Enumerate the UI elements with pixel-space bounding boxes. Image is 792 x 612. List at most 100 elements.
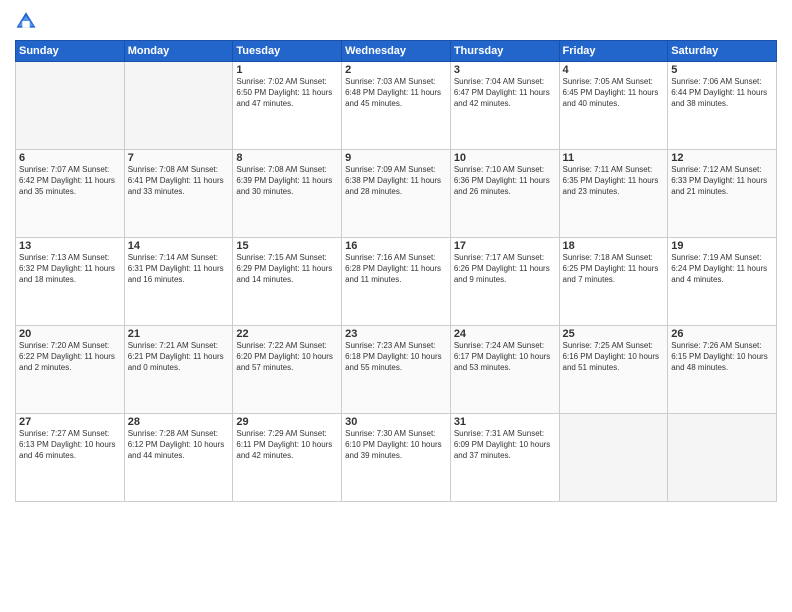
calendar-cell: 25Sunrise: 7:25 AM Sunset: 6:16 PM Dayli…	[559, 326, 668, 414]
cell-content: Sunrise: 7:22 AM Sunset: 6:20 PM Dayligh…	[236, 341, 338, 373]
cell-content: Sunrise: 7:28 AM Sunset: 6:12 PM Dayligh…	[128, 429, 230, 461]
day-number: 24	[454, 328, 556, 340]
cell-content: Sunrise: 7:25 AM Sunset: 6:16 PM Dayligh…	[563, 341, 665, 373]
day-number: 2	[345, 64, 447, 76]
calendar-week-row: 6Sunrise: 7:07 AM Sunset: 6:42 PM Daylig…	[16, 150, 777, 238]
day-number: 15	[236, 240, 338, 252]
calendar-cell: 15Sunrise: 7:15 AM Sunset: 6:29 PM Dayli…	[233, 238, 342, 326]
cell-content: Sunrise: 7:02 AM Sunset: 6:50 PM Dayligh…	[236, 77, 338, 109]
day-number: 17	[454, 240, 556, 252]
cell-content: Sunrise: 7:19 AM Sunset: 6:24 PM Dayligh…	[671, 253, 773, 285]
day-number: 30	[345, 416, 447, 428]
cell-content: Sunrise: 7:03 AM Sunset: 6:48 PM Dayligh…	[345, 77, 447, 109]
cell-content: Sunrise: 7:07 AM Sunset: 6:42 PM Dayligh…	[19, 165, 121, 197]
day-number: 6	[19, 152, 121, 164]
calendar-cell: 8Sunrise: 7:08 AM Sunset: 6:39 PM Daylig…	[233, 150, 342, 238]
calendar-day-header: Thursday	[450, 41, 559, 62]
calendar-cell: 1Sunrise: 7:02 AM Sunset: 6:50 PM Daylig…	[233, 62, 342, 150]
calendar-cell: 24Sunrise: 7:24 AM Sunset: 6:17 PM Dayli…	[450, 326, 559, 414]
day-number: 27	[19, 416, 121, 428]
calendar-cell: 4Sunrise: 7:05 AM Sunset: 6:45 PM Daylig…	[559, 62, 668, 150]
cell-content: Sunrise: 7:24 AM Sunset: 6:17 PM Dayligh…	[454, 341, 556, 373]
calendar-cell: 5Sunrise: 7:06 AM Sunset: 6:44 PM Daylig…	[668, 62, 777, 150]
day-number: 12	[671, 152, 773, 164]
cell-content: Sunrise: 7:20 AM Sunset: 6:22 PM Dayligh…	[19, 341, 121, 373]
cell-content: Sunrise: 7:08 AM Sunset: 6:41 PM Dayligh…	[128, 165, 230, 197]
calendar-cell: 26Sunrise: 7:26 AM Sunset: 6:15 PM Dayli…	[668, 326, 777, 414]
calendar-cell	[668, 414, 777, 502]
calendar-cell: 13Sunrise: 7:13 AM Sunset: 6:32 PM Dayli…	[16, 238, 125, 326]
calendar-cell: 12Sunrise: 7:12 AM Sunset: 6:33 PM Dayli…	[668, 150, 777, 238]
calendar-cell: 9Sunrise: 7:09 AM Sunset: 6:38 PM Daylig…	[342, 150, 451, 238]
day-number: 8	[236, 152, 338, 164]
calendar-cell: 16Sunrise: 7:16 AM Sunset: 6:28 PM Dayli…	[342, 238, 451, 326]
calendar-day-header: Friday	[559, 41, 668, 62]
calendar-cell: 22Sunrise: 7:22 AM Sunset: 6:20 PM Dayli…	[233, 326, 342, 414]
calendar-week-row: 20Sunrise: 7:20 AM Sunset: 6:22 PM Dayli…	[16, 326, 777, 414]
cell-content: Sunrise: 7:31 AM Sunset: 6:09 PM Dayligh…	[454, 429, 556, 461]
cell-content: Sunrise: 7:29 AM Sunset: 6:11 PM Dayligh…	[236, 429, 338, 461]
day-number: 4	[563, 64, 665, 76]
day-number: 29	[236, 416, 338, 428]
cell-content: Sunrise: 7:08 AM Sunset: 6:39 PM Dayligh…	[236, 165, 338, 197]
calendar-cell: 27Sunrise: 7:27 AM Sunset: 6:13 PM Dayli…	[16, 414, 125, 502]
cell-content: Sunrise: 7:13 AM Sunset: 6:32 PM Dayligh…	[19, 253, 121, 285]
calendar-cell: 11Sunrise: 7:11 AM Sunset: 6:35 PM Dayli…	[559, 150, 668, 238]
day-number: 18	[563, 240, 665, 252]
calendar-header-row: SundayMondayTuesdayWednesdayThursdayFrid…	[16, 41, 777, 62]
cell-content: Sunrise: 7:11 AM Sunset: 6:35 PM Dayligh…	[563, 165, 665, 197]
cell-content: Sunrise: 7:26 AM Sunset: 6:15 PM Dayligh…	[671, 341, 773, 373]
day-number: 7	[128, 152, 230, 164]
logo-icon	[15, 10, 37, 32]
calendar-cell: 2Sunrise: 7:03 AM Sunset: 6:48 PM Daylig…	[342, 62, 451, 150]
calendar-day-header: Wednesday	[342, 41, 451, 62]
day-number: 11	[563, 152, 665, 164]
day-number: 31	[454, 416, 556, 428]
day-number: 25	[563, 328, 665, 340]
cell-content: Sunrise: 7:18 AM Sunset: 6:25 PM Dayligh…	[563, 253, 665, 285]
calendar-day-header: Saturday	[668, 41, 777, 62]
calendar-cell: 3Sunrise: 7:04 AM Sunset: 6:47 PM Daylig…	[450, 62, 559, 150]
calendar-cell	[16, 62, 125, 150]
day-number: 28	[128, 416, 230, 428]
cell-content: Sunrise: 7:21 AM Sunset: 6:21 PM Dayligh…	[128, 341, 230, 373]
calendar-day-header: Monday	[124, 41, 233, 62]
calendar-cell: 14Sunrise: 7:14 AM Sunset: 6:31 PM Dayli…	[124, 238, 233, 326]
calendar-cell: 7Sunrise: 7:08 AM Sunset: 6:41 PM Daylig…	[124, 150, 233, 238]
cell-content: Sunrise: 7:15 AM Sunset: 6:29 PM Dayligh…	[236, 253, 338, 285]
cell-content: Sunrise: 7:06 AM Sunset: 6:44 PM Dayligh…	[671, 77, 773, 109]
logo	[15, 10, 41, 32]
day-number: 20	[19, 328, 121, 340]
day-number: 21	[128, 328, 230, 340]
cell-content: Sunrise: 7:10 AM Sunset: 6:36 PM Dayligh…	[454, 165, 556, 197]
day-number: 10	[454, 152, 556, 164]
day-number: 22	[236, 328, 338, 340]
calendar-day-header: Sunday	[16, 41, 125, 62]
calendar-week-row: 27Sunrise: 7:27 AM Sunset: 6:13 PM Dayli…	[16, 414, 777, 502]
day-number: 9	[345, 152, 447, 164]
day-number: 1	[236, 64, 338, 76]
calendar-cell: 20Sunrise: 7:20 AM Sunset: 6:22 PM Dayli…	[16, 326, 125, 414]
day-number: 3	[454, 64, 556, 76]
day-number: 14	[128, 240, 230, 252]
calendar-cell: 19Sunrise: 7:19 AM Sunset: 6:24 PM Dayli…	[668, 238, 777, 326]
calendar-cell: 17Sunrise: 7:17 AM Sunset: 6:26 PM Dayli…	[450, 238, 559, 326]
cell-content: Sunrise: 7:09 AM Sunset: 6:38 PM Dayligh…	[345, 165, 447, 197]
cell-content: Sunrise: 7:05 AM Sunset: 6:45 PM Dayligh…	[563, 77, 665, 109]
day-number: 16	[345, 240, 447, 252]
calendar-cell: 10Sunrise: 7:10 AM Sunset: 6:36 PM Dayli…	[450, 150, 559, 238]
calendar-week-row: 13Sunrise: 7:13 AM Sunset: 6:32 PM Dayli…	[16, 238, 777, 326]
cell-content: Sunrise: 7:27 AM Sunset: 6:13 PM Dayligh…	[19, 429, 121, 461]
day-number: 26	[671, 328, 773, 340]
calendar-cell: 29Sunrise: 7:29 AM Sunset: 6:11 PM Dayli…	[233, 414, 342, 502]
cell-content: Sunrise: 7:30 AM Sunset: 6:10 PM Dayligh…	[345, 429, 447, 461]
cell-content: Sunrise: 7:04 AM Sunset: 6:47 PM Dayligh…	[454, 77, 556, 109]
calendar-cell: 6Sunrise: 7:07 AM Sunset: 6:42 PM Daylig…	[16, 150, 125, 238]
calendar-cell: 18Sunrise: 7:18 AM Sunset: 6:25 PM Dayli…	[559, 238, 668, 326]
calendar: SundayMondayTuesdayWednesdayThursdayFrid…	[15, 40, 777, 502]
cell-content: Sunrise: 7:14 AM Sunset: 6:31 PM Dayligh…	[128, 253, 230, 285]
calendar-week-row: 1Sunrise: 7:02 AM Sunset: 6:50 PM Daylig…	[16, 62, 777, 150]
calendar-cell: 23Sunrise: 7:23 AM Sunset: 6:18 PM Dayli…	[342, 326, 451, 414]
calendar-cell: 30Sunrise: 7:30 AM Sunset: 6:10 PM Dayli…	[342, 414, 451, 502]
header	[15, 10, 777, 32]
